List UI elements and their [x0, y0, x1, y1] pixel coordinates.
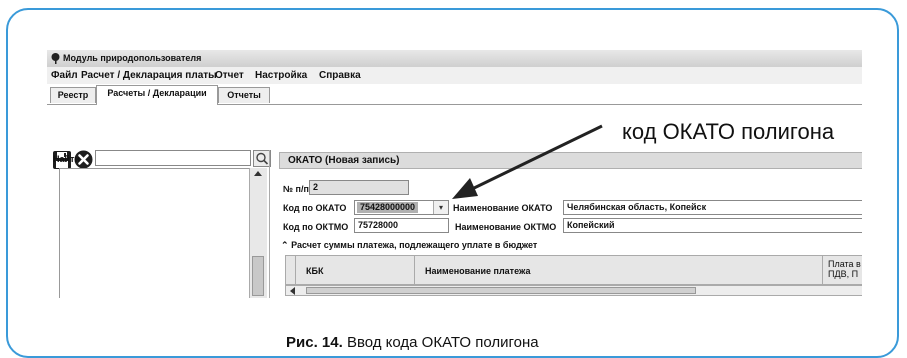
annotation-label: код ОКАТО полигона — [622, 119, 835, 144]
arrowhead-icon — [452, 178, 478, 199]
caption-number: Рис. 14. — [286, 334, 343, 351]
caption-text: Ввод кода ОКАТО полигона — [346, 334, 539, 351]
figure-caption: Рис. 14. Ввод кода ОКАТО полигона — [286, 334, 539, 351]
annotation-arrow — [452, 124, 603, 199]
